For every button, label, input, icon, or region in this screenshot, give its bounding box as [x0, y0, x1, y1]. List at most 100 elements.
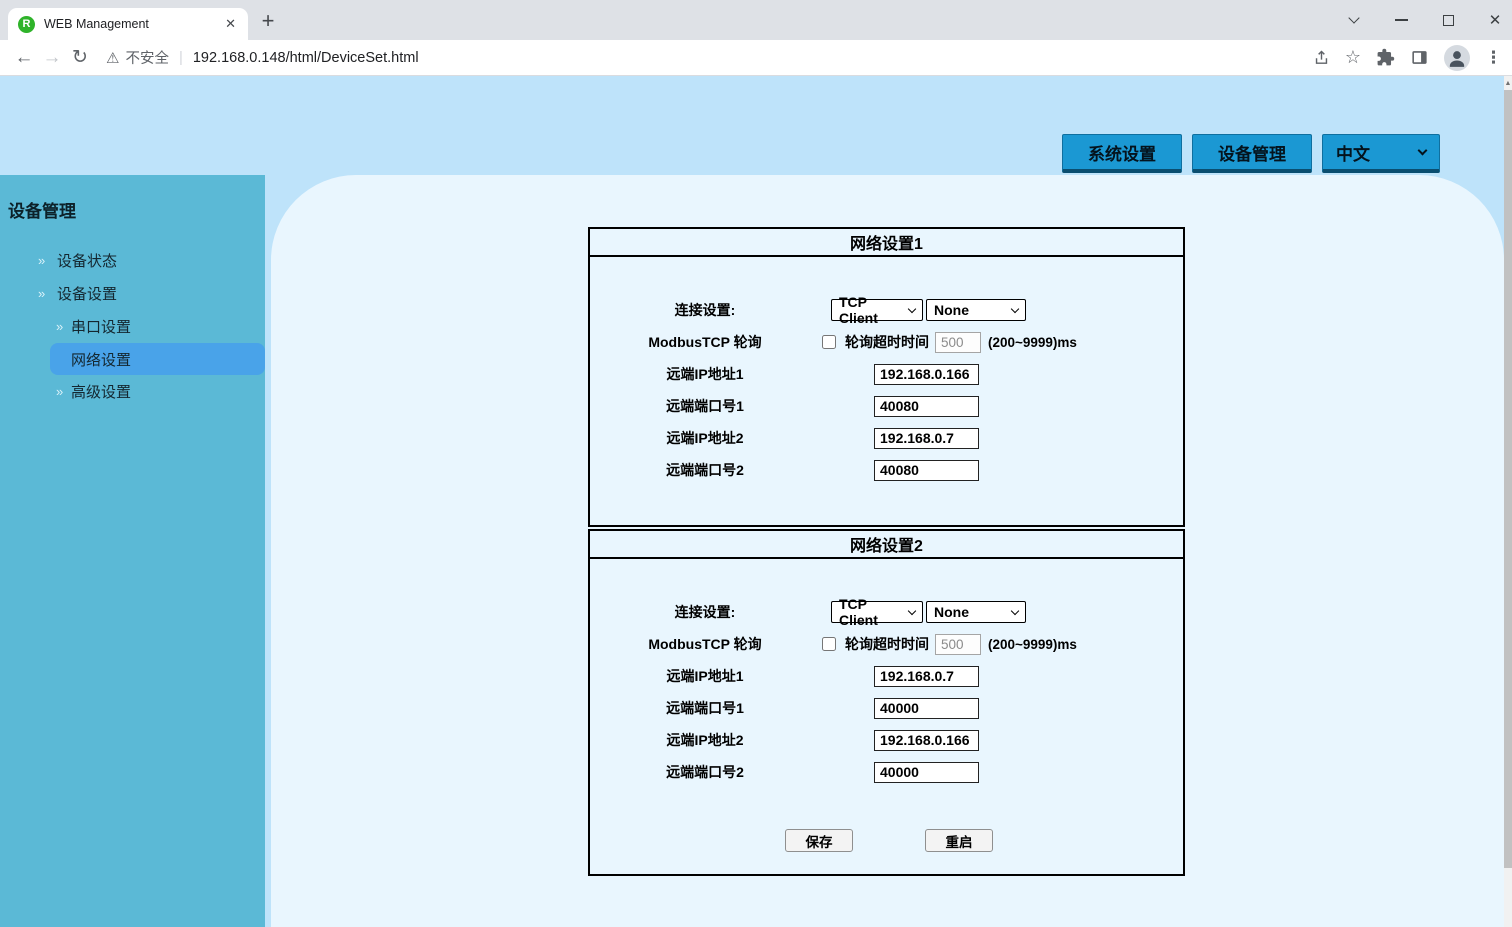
sidebar-item-label: 网络设置 — [71, 349, 131, 370]
language-select[interactable]: 中文 — [1322, 134, 1440, 173]
poll-timeout-input — [935, 332, 981, 353]
chevron-down-icon — [908, 304, 916, 312]
remote-port2-input[interactable] — [874, 762, 979, 783]
remote-ip1-input[interactable] — [874, 364, 979, 385]
modbus-poll-label: ModbusTCP 轮询 — [590, 332, 820, 352]
chevron-down-icon — [908, 606, 916, 614]
remote-port1-input[interactable] — [874, 698, 979, 719]
browser-window: R WEB Management ✕ + ✕ ← → ↻ ⚠ 不安全 | 192… — [0, 0, 1512, 927]
panel-title: 网络设置1 — [590, 229, 1183, 257]
address-bar: ← → ↻ ⚠ 不安全 | 192.168.0.148/html/DeviceS… — [0, 40, 1512, 76]
sidebar-item-network-settings[interactable]: » 网络设置 — [50, 343, 265, 375]
poll-timeout-hint: (200~9999)ms — [988, 335, 1077, 350]
share-icon[interactable] — [1313, 49, 1330, 66]
new-tab-button[interactable]: + — [254, 7, 282, 35]
connection-extra-value: None — [934, 604, 969, 620]
save-button[interactable]: 保存 — [785, 829, 853, 852]
address-bar-actions: ☆ ⋮ — [1313, 45, 1502, 71]
panel-body: 连接设置: TCP Client None — [590, 257, 1183, 481]
panel-body: 连接设置: TCP Client None — [590, 559, 1183, 852]
device-management-button[interactable]: 设备管理 — [1192, 134, 1312, 173]
poll-timeout-label: 轮询超时时间 — [845, 634, 929, 654]
connection-extra-select[interactable]: None — [926, 601, 1026, 623]
remote-port1-input[interactable] — [874, 396, 979, 417]
remote-ip2-label: 远端IP地址2 — [590, 730, 820, 750]
network-settings-2-panel: 网络设置2 连接设置: TCP Client None — [588, 529, 1185, 876]
remote-port1-label: 远端端口号1 — [590, 698, 820, 718]
not-secure-warning-icon[interactable]: ⚠ — [106, 49, 119, 67]
connection-extra-value: None — [934, 302, 969, 318]
remote-ip2-input[interactable] — [874, 730, 979, 751]
browser-tab[interactable]: R WEB Management ✕ — [8, 8, 248, 40]
minimize-icon[interactable] — [1394, 13, 1408, 27]
network-settings-1-panel: 网络设置1 连接设置: TCP Client None — [588, 227, 1185, 527]
system-settings-button[interactable]: 系统设置 — [1062, 134, 1182, 173]
not-secure-label[interactable]: 不安全 — [125, 47, 169, 68]
chevron-down-icon — [1011, 606, 1019, 614]
arrow-bullet-icon: » — [56, 319, 63, 334]
arrow-bullet-icon: » — [38, 253, 45, 268]
maximize-icon[interactable] — [1441, 13, 1455, 27]
remote-ip2-label: 远端IP地址2 — [590, 428, 820, 448]
close-icon[interactable]: ✕ — [1488, 13, 1502, 27]
profile-avatar[interactable] — [1444, 45, 1470, 71]
forward-icon: → — [38, 44, 66, 72]
browser-menu-icon[interactable]: ⋮ — [1485, 48, 1502, 68]
connection-mode-value: TCP Client — [839, 596, 909, 628]
sidebar-item-device-status[interactable]: » 设备状态 — [0, 244, 265, 277]
sidebar-item-label: 设备状态 — [57, 250, 117, 271]
chevron-down-icon — [1011, 304, 1019, 312]
panel-title: 网络设置2 — [590, 531, 1183, 559]
tab-search-chevron-icon[interactable] — [1347, 13, 1361, 27]
poll-timeout-input — [935, 634, 981, 655]
back-icon[interactable]: ← — [10, 44, 38, 72]
main-content: 网络设置1 连接设置: TCP Client None — [271, 175, 1504, 927]
connection-mode-value: TCP Client — [839, 294, 909, 326]
remote-port2-input[interactable] — [874, 460, 979, 481]
tab-close-icon[interactable]: ✕ — [223, 14, 238, 34]
language-select-value: 中文 — [1336, 140, 1370, 165]
sidebar-item-serial-settings[interactable]: » 串口设置 — [0, 310, 265, 343]
tab-title: WEB Management — [44, 17, 223, 31]
remote-ip1-label: 远端IP地址1 — [590, 666, 820, 686]
scrollbar-up-arrow-icon[interactable]: ▲ — [1504, 78, 1512, 88]
sidebar: 设备管理 » 设备状态 » 设备设置 » 串口设置 » 网络设置 — [0, 175, 265, 927]
connection-mode-select[interactable]: TCP Client — [831, 299, 923, 321]
url-text[interactable]: 192.168.0.148/html/DeviceSet.html — [193, 50, 419, 66]
modbus-poll-checkbox[interactable] — [822, 637, 836, 651]
remote-port2-label: 远端端口号2 — [590, 762, 820, 782]
sidebar-title: 设备管理 — [0, 175, 265, 222]
sidebar-item-label: 高级设置 — [71, 381, 131, 402]
connection-mode-select[interactable]: TCP Client — [831, 601, 923, 623]
poll-timeout-label: 轮询超时时间 — [845, 332, 929, 352]
remote-ip2-input[interactable] — [874, 428, 979, 449]
restart-button[interactable]: 重启 — [925, 829, 993, 852]
site-favicon-icon: R — [18, 16, 35, 33]
modbus-poll-label: ModbusTCP 轮询 — [590, 634, 820, 654]
extensions-puzzle-icon[interactable] — [1376, 48, 1395, 67]
remote-ip1-input[interactable] — [874, 666, 979, 687]
arrow-bullet-icon: » — [56, 384, 63, 399]
window-controls: ✕ — [1347, 0, 1502, 40]
sidebar-menu: » 设备状态 » 设备设置 » 串口设置 » 网络设置 » 高级设置 — [0, 244, 265, 408]
remote-port1-label: 远端端口号1 — [590, 396, 820, 416]
url-divider: | — [179, 49, 183, 66]
scrollbar-thumb[interactable] — [1504, 90, 1512, 868]
chevron-down-icon — [1418, 146, 1428, 156]
device-management-page: 系统设置 设备管理 中文 设备管理 » 设备状态 » 设备设置 » 串口设置 — [0, 76, 1512, 927]
modbus-poll-checkbox[interactable] — [822, 335, 836, 349]
connection-settings-label: 连接设置: — [590, 602, 820, 622]
connection-extra-select[interactable]: None — [926, 299, 1026, 321]
browser-tab-bar: R WEB Management ✕ + ✕ — [0, 0, 1512, 40]
sidebar-item-advanced-settings[interactable]: » 高级设置 — [0, 375, 265, 408]
sidebar-item-device-settings[interactable]: » 设备设置 — [0, 277, 265, 310]
remote-ip1-label: 远端IP地址1 — [590, 364, 820, 384]
page-scrollbar[interactable]: ▲ — [1504, 76, 1512, 927]
sidebar-item-label: 设备设置 — [57, 283, 117, 304]
reload-icon[interactable]: ↻ — [66, 44, 94, 72]
arrow-bullet-icon: » — [38, 286, 45, 301]
poll-timeout-hint: (200~9999)ms — [988, 637, 1077, 652]
bookmark-star-icon[interactable]: ☆ — [1345, 47, 1361, 68]
url-input[interactable]: ⚠ 不安全 | 192.168.0.148/html/DeviceSet.htm… — [106, 47, 1313, 68]
side-panel-icon[interactable] — [1410, 48, 1429, 67]
